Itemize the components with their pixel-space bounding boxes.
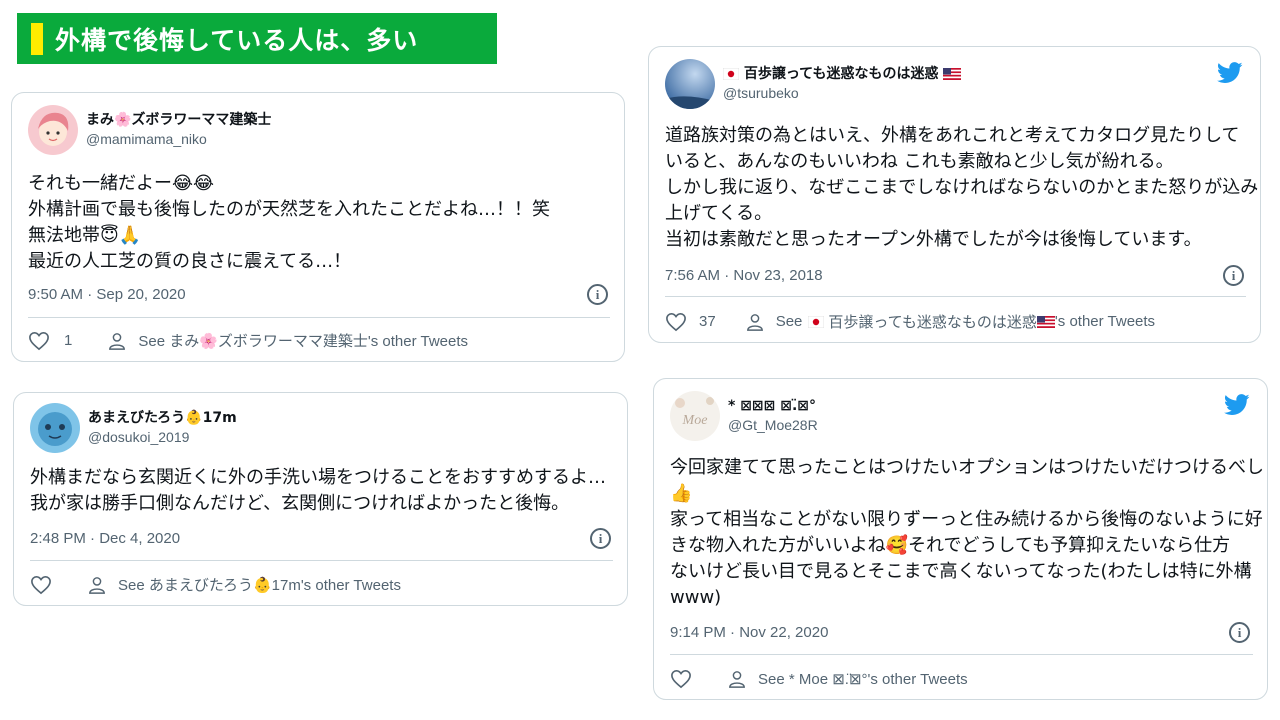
twitter-bird-icon[interactable] [1217,62,1243,84]
like-button[interactable]: 37 [665,312,716,332]
tweet-text: それも一緒だよー😂😂 外構計画で最も後悔したのが天然芝を入れたことだよね…！！笑… [28,171,550,275]
info-icon[interactable]: i [1223,265,1244,286]
avatar[interactable] [665,59,715,109]
divider [28,317,610,318]
heart-icon [666,312,686,331]
like-button[interactable] [30,575,52,595]
user-icon [109,332,126,350]
timestamp[interactable]: 7:56 AM · Nov 23, 2018 [665,267,823,284]
avatar[interactable] [30,403,80,453]
display-name-text: 百歩譲っても迷惑なものは迷惑 [743,66,939,82]
tweet-line: 道路族対策の為とはいえ、外構をあれこれと考えてカタログ見たりして [665,125,1240,146]
info-icon[interactable]: i [1229,622,1250,643]
tweet-text: 今回家建てて思ったことはつけたいオプションはつけたいだけつけるべし 👍 家って相… [670,455,1264,611]
us-flag-icon [1036,315,1055,328]
like-count: 1 [64,332,73,349]
tweet-line: 今回家建てて思ったことはつけたいオプションはつけたいだけつけるべし [670,457,1264,478]
user-handle[interactable]: @tsurubeko [723,83,961,103]
heart-icon [29,331,49,350]
tweet-line: いると、あんなのもいいわね これも素敵ねと少し気が紛れる。 [665,151,1174,172]
heart-icon [31,575,51,594]
display-name[interactable]: 百歩譲っても迷惑なものは迷惑 [723,65,962,83]
divider [670,654,1253,655]
us-flag-icon [943,68,962,80]
avatar-text: Moe [682,413,708,428]
japan-flag-icon [723,68,739,80]
tweet-card-moe[interactable]: Moe * ⊠⊠⊠ ⊠.̈⊠° @Gt_Moe28R 今回家建てて思ったことはつ… [653,378,1268,700]
display-name[interactable]: まみ🌸ズボラワーママ建築士 [86,111,271,129]
tweet-card-tsurubeko[interactable]: 百歩譲っても迷惑なものは迷惑 @tsurubeko 道路族対策の為とはいえ、外構… [648,46,1261,343]
display-name[interactable]: * ⊠⊠⊠ ⊠.̈⊠° [728,397,818,415]
divider [665,296,1246,297]
tweet-line: 無法地帯😇🙏 [28,225,142,246]
tweet-card-dosukoi[interactable]: あまえびたろう👶17m @dosukoi_2019 外構まだなら玄関近くに外の手… [13,392,628,606]
like-count: 37 [699,313,716,330]
tweet-line: 外構まだなら玄関近くに外の手洗い場をつけることをおすすめするよ… [30,467,606,488]
headline-banner: 外構で後悔している人は、多い [17,13,497,64]
user-handle[interactable]: @Gt_Moe28R [728,415,818,435]
user-icon [746,313,763,331]
display-name[interactable]: あまえびたろう👶17m [88,409,237,427]
like-button[interactable] [670,669,692,689]
heart-icon [671,669,691,689]
divider [30,560,613,561]
see-other-prefix: See [775,313,803,330]
see-other-name: 百歩譲っても迷惑なものは迷惑 [828,314,1037,331]
tweet-line: www) [670,587,722,608]
tweet-card-mamimama[interactable]: まみ🌸ズボラワーママ建築士 @mamimama_niko それも一緒だよー😂😂 … [11,92,625,362]
avatar[interactable]: Moe [670,391,720,441]
twitter-bird-icon[interactable] [1224,394,1250,416]
japan-flag-icon [808,315,825,328]
see-other-tweets-link[interactable]: See * Moe ⊠.̈⊠°'s other Tweets [728,670,968,688]
user-handle[interactable]: @mamimama_niko [86,129,271,149]
tweet-line: 家って相当なことがない限りずーっと住み続けるから後悔のないように好 [670,509,1263,530]
tweet-line: しかし我に返り、なぜここまでしなければならないのかとまた怒りが込み [665,177,1259,198]
avatar[interactable] [28,105,78,155]
see-other-tweets-link[interactable]: See 百歩譲っても迷惑なものは迷惑 's other Tweets [746,311,1155,332]
tweet-text: 道路族対策の為とはいえ、外構をあれこれと考えてカタログ見たりして いると、あんな… [665,123,1258,253]
like-button[interactable]: 1 [28,331,72,351]
see-other-label: See まみ🌸ズボラワーママ建築士's other Tweets [138,333,469,350]
user-icon [729,671,745,688]
tweet-line: 外構計画で最も後悔したのが天然芝を入れたことだよね…！！笑 [28,199,550,220]
see-other-label: See あまえびたろう👶17m's other Tweets [118,577,401,594]
tweet-line: 上げてくる。 [665,203,773,224]
see-other-label: See * Moe ⊠.̈⊠°'s other Tweets [758,671,968,688]
info-icon[interactable]: i [590,528,611,549]
see-other-tweets-link[interactable]: See まみ🌸ズボラワーママ建築士's other Tweets [108,330,468,351]
user-handle[interactable]: @dosukoi_2019 [88,427,237,447]
tweet-text: 外構まだなら玄関近くに外の手洗い場をつけることをおすすめするよ… 我が家は勝手口… [30,465,606,517]
user-icon [89,576,105,594]
banner-title: 外構で後悔している人は、多い [55,25,419,55]
tweet-line: 最近の人工芝の質の良さに震えてる…！ [28,251,352,272]
tweet-line: ないけど長い目で見るとそこまで高くないってなった(わたしは特に外構 [670,561,1252,582]
timestamp[interactable]: 2:48 PM · Dec 4, 2020 [30,530,180,547]
info-icon[interactable]: i [587,284,608,305]
tweet-line: それも一緒だよー😂😂 [28,173,215,194]
tweet-line: 当初は素敵だと思ったオープン外構でしたが今は後悔しています。 [665,229,1202,250]
tweet-line: きな物入れた方がいいよね🥰それでどうしても予算抑えたいなら仕方 [670,535,1231,556]
timestamp[interactable]: 9:14 PM · Nov 22, 2020 [670,624,828,641]
timestamp[interactable]: 9:50 AM · Sep 20, 2020 [28,286,186,303]
see-other-suffix: 's other Tweets [1054,313,1156,330]
see-other-tweets-link[interactable]: See あまえびたろう👶17m's other Tweets [88,574,401,595]
tweet-line: 👍 [670,483,693,504]
tweet-line: 我が家は勝手口側なんだけど、玄関側につければよかったと後悔。 [30,493,570,514]
banner-accent-bar [31,22,43,55]
